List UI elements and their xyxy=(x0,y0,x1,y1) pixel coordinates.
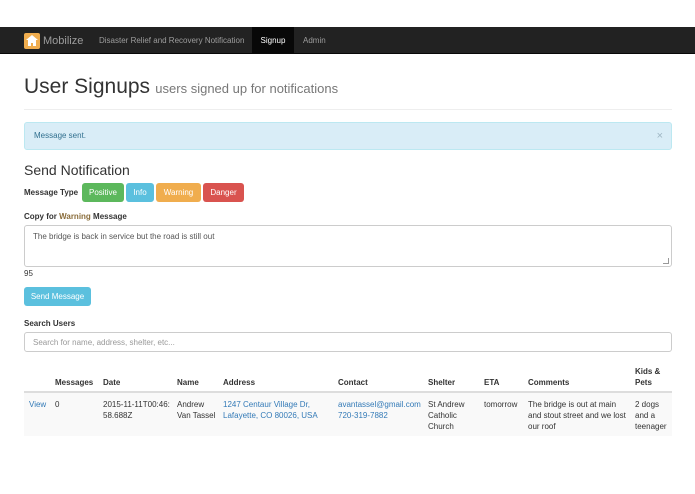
page-title: User Signups users signed up for notific… xyxy=(24,75,338,99)
cell-messages: 0 xyxy=(55,400,60,409)
alert-message-sent: Message sent. × xyxy=(24,122,672,150)
cell-eta: tomorrow xyxy=(484,400,518,409)
info-type-button[interactable]: Info xyxy=(126,183,154,202)
copy-label-prefix: Copy for xyxy=(24,212,60,221)
cell-name: Andrew Van Tassel xyxy=(177,400,216,420)
header-divider xyxy=(24,109,672,110)
nav-link-signup[interactable]: Signup xyxy=(252,27,294,54)
cell-phone-link[interactable]: 720-319-7882 xyxy=(338,410,388,421)
search-input[interactable] xyxy=(24,332,672,352)
copy-label-type: Warning xyxy=(59,212,91,221)
column-header-messages: Messages xyxy=(55,378,94,387)
brand-link[interactable]: Mobilize xyxy=(24,27,83,54)
positive-type-button[interactable]: Positive xyxy=(82,183,124,202)
message-textarea[interactable]: The bridge is back in service but the ro… xyxy=(24,225,672,267)
home-icon xyxy=(24,32,40,49)
characters-remaining: 95 xyxy=(24,269,33,278)
column-header-comments: Comments xyxy=(528,378,570,387)
view-user-link[interactable]: View xyxy=(29,399,46,410)
column-header-kids-pets: Kids & Pets xyxy=(635,367,661,387)
message-type-label: Message Type xyxy=(24,188,79,197)
column-header-date: Date xyxy=(103,378,121,387)
send-notification-heading: Send Notification xyxy=(24,162,130,178)
send-message-button[interactable]: Send Message xyxy=(24,287,91,306)
resize-handle-icon[interactable] xyxy=(663,258,669,264)
page-subtitle: users signed up for notifications xyxy=(155,81,339,96)
danger-type-button[interactable]: Danger xyxy=(203,183,244,202)
warning-type-button[interactable]: Warning xyxy=(156,183,201,202)
copy-label-suffix: Message xyxy=(90,212,127,221)
cell-address-link[interactable]: 1247 Centaur Village Dr, Lafayette, CO 8… xyxy=(223,399,329,421)
close-icon[interactable]: × xyxy=(657,123,663,149)
cell-date: 2015-11-11T00:46:58.688Z xyxy=(103,400,170,420)
page-title-text: User Signups xyxy=(24,75,151,98)
message-text: The bridge is back in service but the ro… xyxy=(33,232,215,241)
alert-text: Message sent. xyxy=(34,131,87,140)
nav-link-admin[interactable]: Admin xyxy=(303,27,326,54)
nav-link-disaster-relief[interactable]: Disaster Relief and Recovery Notificatio… xyxy=(99,27,244,54)
message-copy-label: Copy for Warning Message xyxy=(24,212,127,221)
search-users-label: Search Users xyxy=(24,319,76,328)
column-header-shelter: Shelter xyxy=(428,378,456,387)
column-header-address: Address xyxy=(223,378,256,387)
column-header-eta: ETA xyxy=(484,378,500,387)
column-header-name: Name xyxy=(177,378,199,387)
cell-kids-pets: 2 dogs and a teenager xyxy=(635,400,667,431)
cell-shelter: St Andrew Catholic Church xyxy=(428,400,465,431)
cell-email-link[interactable]: avantassel@gmail.com xyxy=(338,399,421,410)
navbar: Mobilize Disaster Relief and Recovery No… xyxy=(0,27,695,54)
brand-name: Mobilize xyxy=(43,34,84,47)
cell-comments: The bridge is out at main and stout stre… xyxy=(528,400,626,431)
column-header-contact: Contact xyxy=(338,378,368,387)
